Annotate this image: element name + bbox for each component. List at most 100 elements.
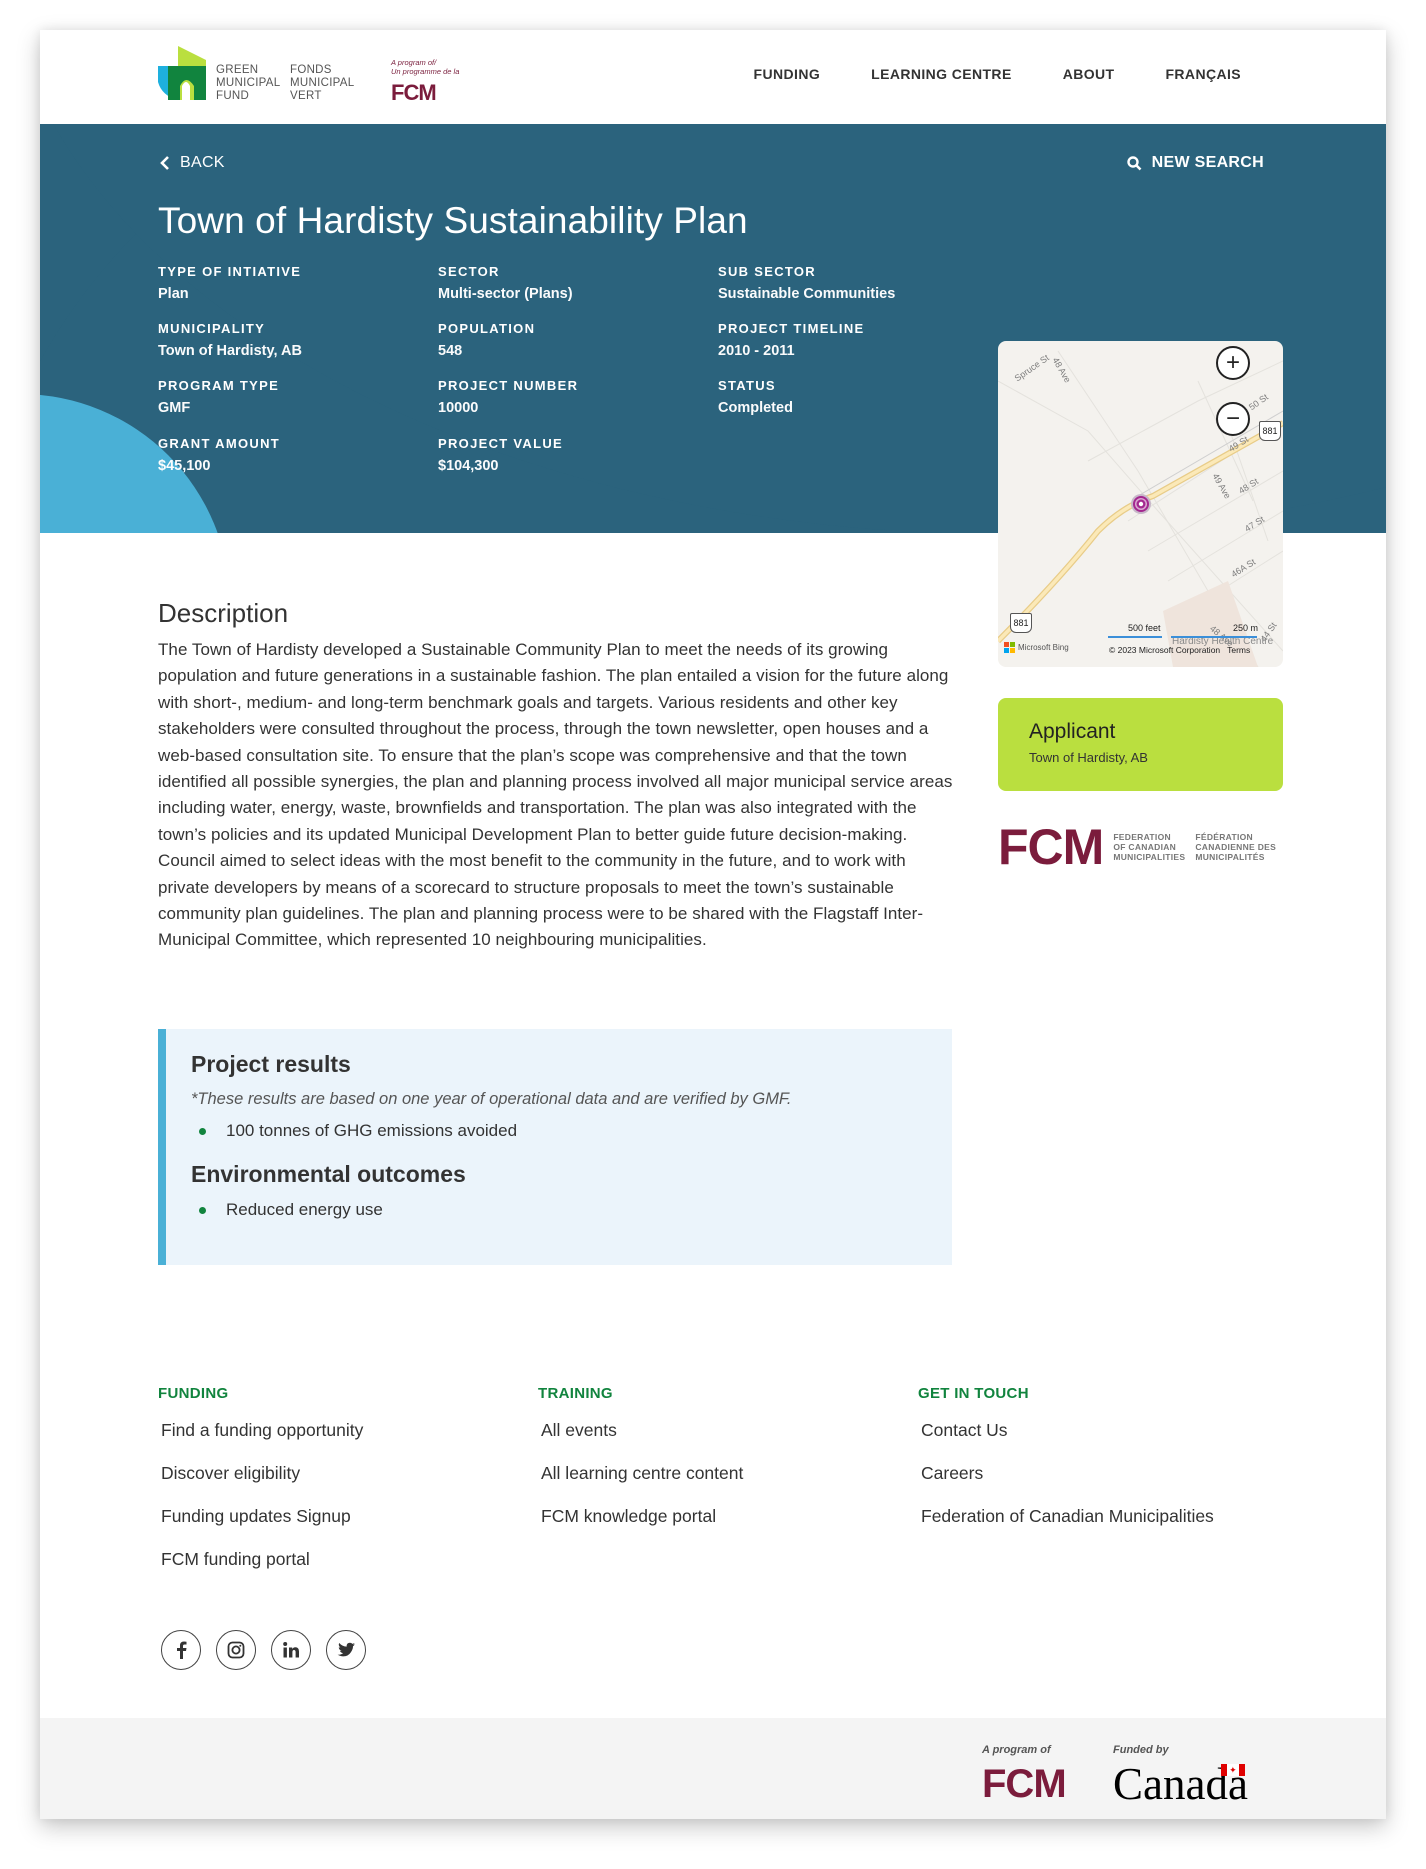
results-note: *These results are based on one year of … bbox=[191, 1090, 792, 1108]
info-value: 2010 - 2011 bbox=[718, 343, 795, 359]
info-label: SECTOR bbox=[438, 264, 500, 279]
info-label: SUB SECTOR bbox=[718, 264, 816, 279]
footer-link[interactable]: Funding updates Signup bbox=[158, 1506, 518, 1527]
footer-col-funding: FUNDING Find a funding opportunity Disco… bbox=[158, 1385, 518, 1570]
footer-band: A program of FCM Funded by Canada ✦ bbox=[40, 1718, 1386, 1819]
twitter-icon bbox=[337, 1642, 355, 1657]
linkedin-icon bbox=[283, 1642, 299, 1658]
results-list: 100 tonnes of GHG emissions avoided bbox=[191, 1121, 927, 1141]
env-outcome-text: Reduced energy use bbox=[226, 1200, 383, 1219]
gmf-logo[interactable]: GREEN MUNICIPAL FUND FONDS MUNICIPAL VER… bbox=[158, 46, 478, 106]
applicant-name: Town of Hardisty, AB bbox=[1029, 750, 1148, 765]
footer-link[interactable]: Careers bbox=[918, 1463, 1318, 1484]
footer-link[interactable]: Federation of Canadian Municipalities bbox=[918, 1506, 1318, 1527]
canada-wordmark: Funded by Canada ✦ bbox=[1113, 1740, 1248, 1807]
info-municipality: MUNICIPALITY Town of Hardisty, AB bbox=[158, 321, 418, 359]
map-zoom-out-button[interactable]: − bbox=[1216, 402, 1250, 436]
logo-fr-line: FONDS bbox=[290, 64, 332, 76]
program-of-label: A program of bbox=[982, 1744, 1051, 1756]
footer-link[interactable]: All events bbox=[538, 1420, 898, 1441]
logo-fr-line: VERT bbox=[290, 90, 322, 102]
program-of-text: A program of/ bbox=[391, 58, 437, 67]
canada-wordmark-text: Canada ✦ bbox=[1113, 1762, 1248, 1807]
footer-link[interactable]: Find a funding opportunity bbox=[158, 1420, 518, 1441]
new-search-button[interactable]: NEW SEARCH bbox=[1126, 154, 1264, 172]
main-menu: FUNDING LEARNING CENTRE ABOUT FRANÇAIS bbox=[754, 66, 1241, 82]
footer-fcm-logo: A program of FCM bbox=[982, 1740, 1067, 1806]
map-terms-link[interactable]: Terms bbox=[1227, 645, 1250, 655]
info-label: PROGRAM TYPE bbox=[158, 378, 280, 393]
page-frame: GREEN MUNICIPAL FUND FONDS MUNICIPAL VER… bbox=[40, 30, 1386, 1819]
info-population: POPULATION 548 bbox=[438, 321, 698, 359]
top-navigation: GREEN MUNICIPAL FUND FONDS MUNICIPAL VER… bbox=[40, 30, 1386, 124]
back-label: BACK bbox=[180, 154, 225, 171]
info-grant-amount: GRANT AMOUNT $45,100 bbox=[158, 436, 418, 474]
search-icon bbox=[1126, 155, 1142, 170]
map-copyright: © 2023 Microsoft Corporation Terms bbox=[1109, 645, 1250, 655]
bing-attribution: Microsoft Bing bbox=[1004, 642, 1069, 653]
copyright-text: © 2023 Microsoft Corporation bbox=[1109, 645, 1221, 655]
fcm-wordmark: FCM bbox=[998, 819, 1104, 875]
environmental-outcomes-heading: Environmental outcomes bbox=[191, 1161, 466, 1187]
info-program-type: PROGRAM TYPE GMF bbox=[158, 378, 418, 416]
linkedin-link[interactable] bbox=[271, 1630, 311, 1670]
project-results-panel: Project results *These results are based… bbox=[158, 1029, 952, 1265]
logo-en-line: GREEN bbox=[216, 64, 259, 76]
env-outcomes-list: Reduced energy use bbox=[191, 1200, 927, 1220]
info-label: TYPE OF INTIATIVE bbox=[158, 264, 302, 279]
footer-col-contact: GET IN TOUCH Contact Us Careers Federati… bbox=[918, 1385, 1318, 1527]
description-body: The Town of Hardisty developed a Sustain… bbox=[158, 640, 953, 950]
fcm-small-logo: A program of/ Un programme de la FCM bbox=[391, 58, 459, 106]
instagram-link[interactable] bbox=[216, 1630, 256, 1670]
location-map[interactable]: Spruce St 48 Ave 50 St 49 St 49 Ave 48 S… bbox=[998, 341, 1283, 667]
map-roads bbox=[998, 350, 1283, 667]
logo-fr-line: MUNICIPAL bbox=[290, 77, 355, 89]
info-status: STATUS Completed bbox=[718, 378, 978, 416]
funded-by-label: Funded by bbox=[1113, 1744, 1169, 1756]
info-value: Plan bbox=[158, 286, 189, 302]
footer-link[interactable]: All learning centre content bbox=[538, 1463, 898, 1484]
info-sector: SECTOR Multi-sector (Plans) bbox=[438, 264, 698, 302]
env-outcome-item: Reduced energy use bbox=[191, 1200, 927, 1220]
facebook-link[interactable] bbox=[161, 1630, 201, 1670]
info-value: GMF bbox=[158, 400, 191, 416]
info-label: PROJECT NUMBER bbox=[438, 378, 579, 393]
info-value: Sustainable Communities bbox=[718, 286, 896, 302]
fcm-name-line: FÉDÉRATION bbox=[1195, 832, 1253, 842]
fcm-name-fr: FÉDÉRATION CANADIENNE DES MUNICIPALITÉS bbox=[1195, 832, 1276, 862]
canada-flag-icon: ✦ bbox=[1220, 1764, 1245, 1776]
fcm-wordmark: FCM bbox=[982, 1762, 1067, 1806]
footer-link[interactable]: FCM knowledge portal bbox=[538, 1506, 898, 1527]
fcm-name-line: OF CANADIAN bbox=[1113, 842, 1177, 852]
fcm-name-line: CANADIENNE DES bbox=[1195, 842, 1277, 852]
fcm-name-line: MUNICIPALITÉS bbox=[1195, 852, 1265, 862]
microsoft-logo-icon bbox=[1004, 642, 1015, 653]
map-zoom-in-button[interactable]: + bbox=[1216, 346, 1250, 380]
nav-funding[interactable]: FUNDING bbox=[754, 66, 821, 82]
highway-shield: 881 bbox=[1259, 421, 1281, 441]
fcm-name-en: FEDERATION OF CANADIAN MUNICIPALITIES bbox=[1113, 832, 1185, 862]
status-value: Completed bbox=[718, 400, 793, 416]
bullet-icon bbox=[199, 1127, 206, 1135]
nav-language-toggle[interactable]: FRANÇAIS bbox=[1165, 66, 1241, 82]
highway-shield: 881 bbox=[1010, 613, 1032, 633]
instagram-icon bbox=[227, 1641, 245, 1659]
info-value: Multi-sector (Plans) bbox=[438, 286, 573, 302]
back-button[interactable]: BACK bbox=[160, 154, 225, 172]
logo-text-en: GREEN MUNICIPAL FUND bbox=[216, 64, 280, 103]
applicant-card: Applicant Town of Hardisty, AB bbox=[998, 698, 1283, 791]
nav-learning-centre[interactable]: LEARNING CENTRE bbox=[871, 66, 1012, 82]
nav-about[interactable]: ABOUT bbox=[1063, 66, 1115, 82]
footer-heading: TRAINING bbox=[538, 1385, 613, 1402]
results-heading: Project results bbox=[191, 1051, 351, 1077]
footer-link[interactable]: FCM funding portal bbox=[158, 1549, 518, 1570]
fcm-name-line: MUNICIPALITIES bbox=[1113, 852, 1186, 862]
logo-en-line: FUND bbox=[216, 90, 250, 102]
info-sub-sector: SUB SECTOR Sustainable Communities bbox=[718, 264, 978, 302]
footer-link[interactable]: Contact Us bbox=[918, 1420, 1318, 1441]
footer-link[interactable]: Discover eligibility bbox=[158, 1463, 518, 1484]
twitter-link[interactable] bbox=[326, 1630, 366, 1670]
footer-heading: FUNDING bbox=[158, 1385, 229, 1402]
fcm-name-line: FEDERATION bbox=[1113, 832, 1171, 842]
applicant-title: Applicant bbox=[1029, 720, 1116, 743]
